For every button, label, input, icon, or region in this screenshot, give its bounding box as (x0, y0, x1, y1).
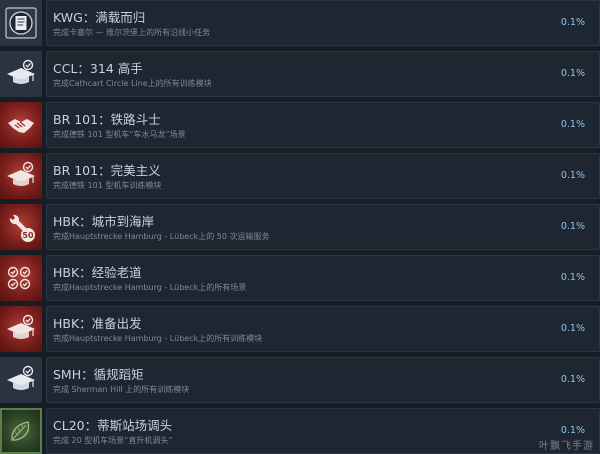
achievement-panel: HBK：经验老道 完成Hauptstrecke Hamburg - Lübeck… (46, 255, 600, 301)
achievement-description: 完成卡塞尔 — 维尔茨堡上的所有沿线小任务 (53, 28, 211, 37)
achievement-description: 完成 20 型机车场景“直升机调头” (53, 436, 173, 445)
achievement-description: 完成德铁 101 型机车训练模块 (53, 181, 162, 190)
achievement-panel: BR 101：完美主义 完成德铁 101 型机车训练模块 0.1% (46, 153, 600, 199)
achievement-title: HBK：准备出发 (53, 316, 142, 331)
achievement-title: BR 101：铁路斗士 (53, 112, 161, 127)
achievement-percent: 0.1% (560, 425, 585, 436)
achievement-title: SMH：循规蹈矩 (53, 367, 144, 382)
achievement-row[interactable]: HBK：准备出发 完成Hauptstrecke Hamburg - Lübeck… (0, 306, 600, 352)
achievement-percent: 0.1% (560, 374, 585, 385)
achievement-row[interactable]: BR 101：铁路斗士 完成德铁 101 型机车“车水马龙”场景 0.1% (0, 102, 600, 148)
achievement-panel: BR 101：铁路斗士 完成德铁 101 型机车“车水马龙”场景 0.1% (46, 102, 600, 148)
achievement-panel: SMH：循规蹈矩 完成 Sherman Hill 上的所有训练模块 0.1% (46, 357, 600, 403)
achievement-percent: 0.1% (560, 17, 585, 28)
achievement-description: 完成Hauptstrecke Hamburg - Lübeck上的所有场景 (53, 283, 247, 292)
graduation-cap-icon (0, 357, 42, 403)
achievement-row[interactable]: HBK：经验老道 完成Hauptstrecke Hamburg - Lübeck… (0, 255, 600, 301)
handshake-icon (0, 102, 42, 148)
achievement-row[interactable]: CL20：蒂斯站场调头 完成 20 型机车场景“直升机调头” 0.1% (0, 408, 600, 454)
graduation-cap-icon (0, 153, 42, 199)
achievement-row[interactable]: KWG：满载而归 完成卡塞尔 — 维尔茨堡上的所有沿线小任务 0.1% (0, 0, 600, 46)
achievement-panel: HBK：准备出发 完成Hauptstrecke Hamburg - Lübeck… (46, 306, 600, 352)
achievement-panel: HBK：城市到海岸 完成Hauptstrecke Hamburg - Lübec… (46, 204, 600, 250)
achievement-panel: CCL：314 高手 完成Cathcart Circle Line上的所有训练模… (46, 51, 600, 97)
achievement-row[interactable]: 50 HBK：城市到海岸 完成Hauptstrecke Hamburg - Lü… (0, 204, 600, 250)
achievement-title: HBK：城市到海岸 (53, 214, 155, 229)
achievement-row[interactable]: SMH：循规蹈矩 完成 Sherman Hill 上的所有训练模块 0.1% (0, 357, 600, 403)
achievement-percent: 0.1% (560, 119, 585, 130)
achievement-percent: 0.1% (560, 272, 585, 283)
achievement-description: 完成Cathcart Circle Line上的所有训练模块 (53, 79, 212, 88)
achievement-description: 完成 Sherman Hill 上的所有训练模块 (53, 385, 190, 394)
achievement-percent: 0.1% (560, 68, 585, 79)
achievement-panel: KWG：满载而归 完成卡塞尔 — 维尔茨堡上的所有沿线小任务 0.1% (46, 0, 600, 46)
achievement-row[interactable]: BR 101：完美主义 完成德铁 101 型机车训练模块 0.1% (0, 153, 600, 199)
svg-text:50: 50 (22, 231, 34, 240)
achievement-percent: 0.1% (560, 170, 585, 181)
achievement-description: 完成Hauptstrecke Hamburg - Lübeck上的所有训练模块 (53, 334, 263, 343)
achievement-list: KWG：满载而归 完成卡塞尔 — 维尔茨堡上的所有沿线小任务 0.1% CCL：… (0, 0, 600, 454)
achievement-percent: 0.1% (560, 221, 585, 232)
graduation-cap-icon (0, 51, 42, 97)
checkmarks-icon (0, 255, 42, 301)
achievement-description: 完成德铁 101 型机车“车水马龙”场景 (53, 130, 186, 139)
achievement-percent: 0.1% (560, 323, 585, 334)
document-icon (0, 0, 42, 46)
wrench-50-icon: 50 (0, 204, 42, 250)
achievement-description: 完成Hauptstrecke Hamburg - Lübeck上的 50 次运输… (53, 232, 270, 241)
achievement-title: CL20：蒂斯站场调头 (53, 418, 173, 433)
achievement-title: BR 101：完美主义 (53, 163, 161, 178)
watermark: 叶飘飞手游 (539, 441, 594, 452)
achievement-row[interactable]: CCL：314 高手 完成Cathcart Circle Line上的所有训练模… (0, 51, 600, 97)
leaf-icon (0, 408, 42, 454)
achievement-title: HBK：经验老道 (53, 265, 142, 280)
graduation-cap-icon (0, 306, 42, 352)
achievement-panel: CL20：蒂斯站场调头 完成 20 型机车场景“直升机调头” 0.1% (46, 408, 600, 454)
achievement-title: CCL：314 高手 (53, 61, 143, 76)
achievement-title: KWG：满载而归 (53, 10, 146, 25)
